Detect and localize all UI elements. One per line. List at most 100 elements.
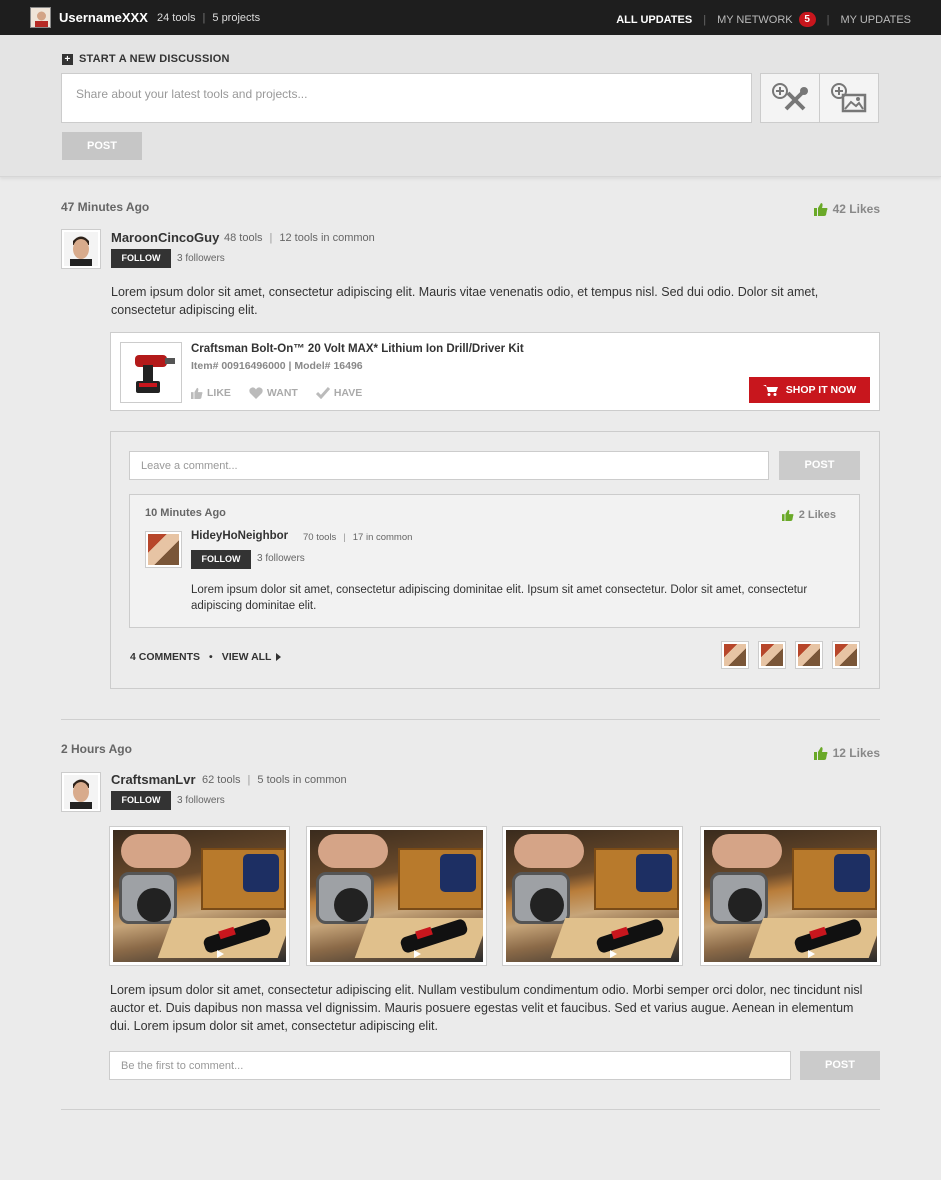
nav-all-updates[interactable]: ALL UPDATES (616, 14, 692, 26)
tool (440, 854, 476, 892)
nav-my-network[interactable]: MY NETWORK (717, 14, 793, 26)
tools-count[interactable]: 24 tools (157, 12, 196, 24)
projects-count[interactable]: 5 projects (212, 12, 260, 24)
tool (636, 854, 672, 892)
heart-icon (249, 387, 263, 399)
gallery-video-thumbnail[interactable] (700, 826, 881, 966)
router-base (728, 888, 762, 922)
checkmark-icon (315, 387, 330, 399)
shop-label: SHOP IT NOW (785, 384, 857, 396)
product-image[interactable] (120, 342, 182, 403)
user-avatar[interactable] (30, 7, 51, 28)
follow-button[interactable]: FOLLOW (111, 791, 171, 810)
comment-text: Lorem ipsum dolor sit amet, consectetur … (191, 584, 808, 612)
followers-count: 3 followers (177, 795, 225, 806)
separator-dot: • (209, 651, 213, 663)
router-base (137, 888, 171, 922)
shop-it-now-button[interactable]: SHOP IT NOW (749, 377, 870, 403)
thumbs-up-icon (191, 387, 203, 399)
caret-right-icon (276, 653, 282, 661)
view-all-link[interactable]: VIEW ALL (222, 651, 272, 663)
commenter-avatar[interactable] (795, 641, 823, 669)
comments-footer: 4 COMMENTS • VIEW ALL (130, 651, 283, 663)
play-icon (217, 950, 224, 958)
comments-count[interactable]: 4 COMMENTS (130, 651, 200, 663)
commenter-avatars (721, 641, 860, 669)
separator: | (826, 13, 830, 26)
hand (121, 834, 191, 868)
gallery-video-thumbnail[interactable] (502, 826, 683, 966)
video-image (113, 830, 286, 962)
comment-post-button[interactable]: POST (800, 1051, 880, 1080)
want-action[interactable]: WANT (249, 387, 298, 399)
top-nav: ALL UPDATES | MY NETWORK 5 | MY UPDATES (616, 12, 911, 27)
user-stats: 24 tools | 5 projects (157, 12, 260, 24)
gallery-video-thumbnail[interactable] (109, 826, 290, 966)
want-label: WANT (266, 387, 298, 399)
follow-button[interactable]: FOLLOW (191, 550, 251, 569)
comment-likes[interactable]: 2 Likes (781, 509, 836, 521)
likes-count: 12 Likes (832, 746, 880, 760)
thumbs-up-icon (781, 509, 794, 521)
post-author-name[interactable]: MaroonCincoGuy (111, 230, 219, 245)
router-base (334, 888, 368, 922)
composer-title: + START A NEW DISCUSSION (62, 53, 230, 65)
comment-likes-count: 2 Likes (798, 509, 836, 521)
video-image (506, 830, 679, 962)
commenter-avatar[interactable] (832, 641, 860, 669)
product-title[interactable]: Craftsman Bolt-On™ 20 Volt MAX* Lithium … (191, 343, 524, 355)
comment-author-name[interactable]: HideyHoNeighbor (191, 530, 288, 542)
user-photo-icon (64, 232, 98, 266)
post-timestamp: 47 Minutes Ago (61, 200, 150, 214)
thumbs-up-icon (813, 747, 828, 760)
avatar-image (148, 534, 179, 565)
product-card: Craftsman Bolt-On™ 20 Volt MAX* Lithium … (110, 332, 880, 411)
avatar-image (724, 644, 746, 666)
separator: | (343, 532, 346, 543)
video-image (704, 830, 877, 962)
add-tool-button[interactable] (760, 73, 820, 123)
follow-button[interactable]: FOLLOW (111, 249, 171, 268)
separator: | (269, 232, 273, 244)
comment-input[interactable]: Leave a comment... (129, 451, 769, 480)
add-tool-icon (772, 83, 808, 111)
gallery-video-thumbnail[interactable] (306, 826, 487, 966)
avatar[interactable] (61, 229, 101, 269)
hand (712, 834, 782, 868)
top-bar: UsernameXXX 24 tools | 5 projects ALL UPDA… (0, 0, 941, 35)
like-action[interactable]: LIKE (191, 387, 231, 399)
separator: | (202, 12, 206, 24)
product-actions: LIKE WANT HAVE (191, 387, 362, 399)
commenter-avatar[interactable] (758, 641, 786, 669)
comments-section: Leave a comment... POST 10 Minutes Ago 2… (110, 431, 880, 689)
post-likes[interactable]: 42 Likes (813, 202, 880, 216)
post-likes[interactable]: 12 Likes (813, 746, 880, 760)
post-author-meta: 62 tools | 5 tools in common (202, 774, 347, 786)
user-photo-icon (64, 775, 98, 809)
comment-input[interactable]: Be the first to comment... (109, 1051, 791, 1080)
discussion-input[interactable]: Share about your latest tools and projec… (61, 73, 752, 123)
username[interactable]: UsernameXXX (59, 10, 148, 25)
have-action[interactable]: HAVE (315, 387, 363, 399)
tool (834, 854, 870, 892)
comment-post-button[interactable]: POST (779, 451, 860, 480)
comment-timestamp: 10 Minutes Ago (145, 507, 226, 519)
have-label: HAVE (333, 387, 363, 399)
comment-item: 10 Minutes Ago 2 Likes HideyHoNeighbor 7… (129, 494, 860, 628)
video-image (310, 830, 483, 962)
post-text: Lorem ipsum dolor sit amet, consectetur … (111, 285, 819, 317)
likes-count: 42 Likes (832, 202, 880, 216)
post-author-name[interactable]: CraftsmanLvr (111, 772, 196, 787)
post-author-meta: 48 tools | 12 tools in common (224, 232, 375, 244)
avatar[interactable] (145, 531, 182, 568)
add-photo-button[interactable] (819, 73, 879, 123)
add-photo-icon (831, 83, 867, 113)
nav-my-updates[interactable]: MY UPDATES (841, 14, 912, 26)
avatar-image (798, 644, 820, 666)
tool (243, 854, 279, 892)
post-discussion-button[interactable]: POST (62, 132, 142, 160)
hand (514, 834, 584, 868)
post-text: Lorem ipsum dolor sit amet, consectetur … (110, 983, 863, 1033)
commenter-avatar[interactable] (721, 641, 749, 669)
avatar[interactable] (61, 772, 101, 812)
